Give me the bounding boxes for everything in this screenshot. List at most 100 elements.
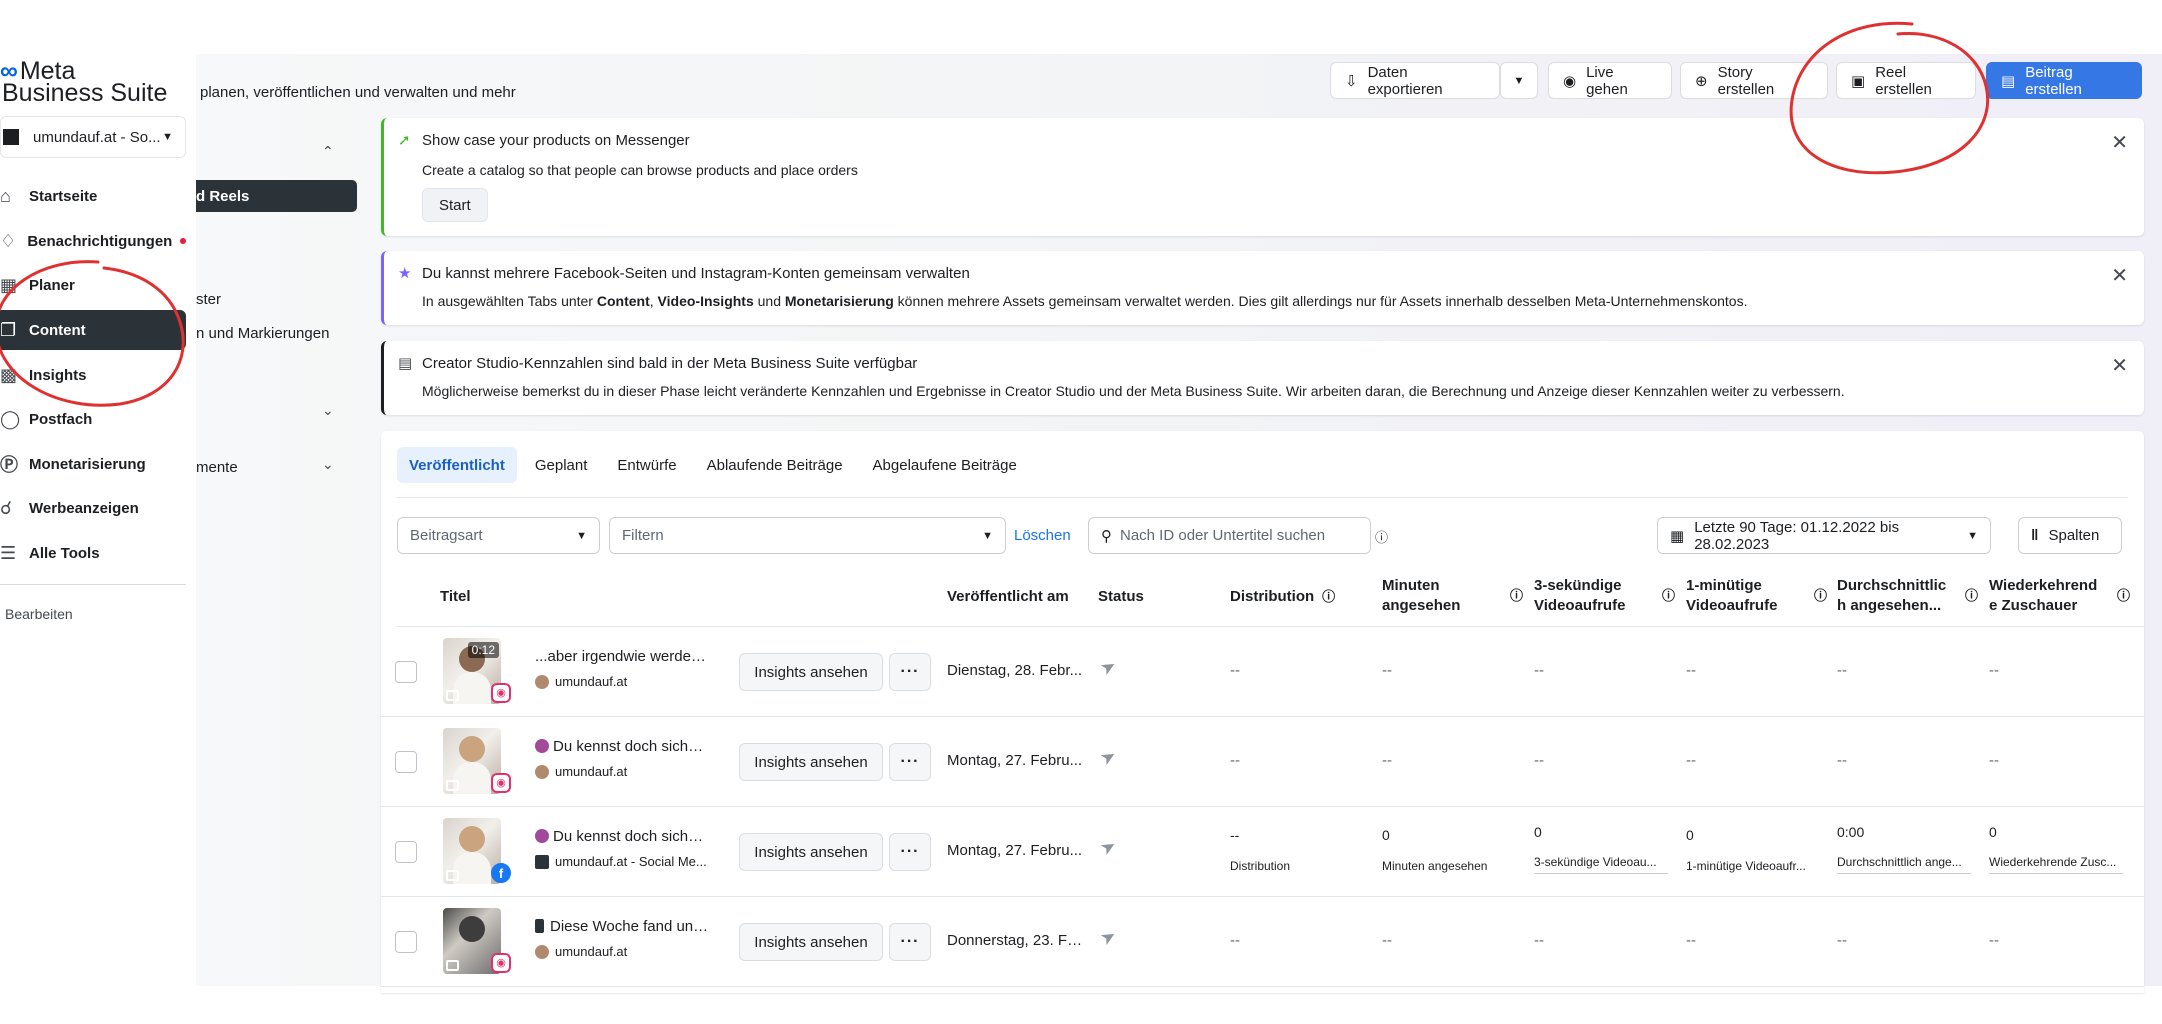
subnav-item-reels[interactable]: d Reels [196, 180, 357, 212]
avatar [535, 854, 549, 869]
view-insights-button[interactable]: Insights ansehen [739, 743, 883, 781]
header-returning-viewers[interactable]: Wiederkehrend e Zuschauer ⓘ [1989, 576, 2130, 616]
instagram-icon: ◉ [491, 953, 511, 973]
go-live-button[interactable]: ◉ Live gehen [1548, 62, 1672, 99]
left-navigation: ∞Meta Business Suite umundauf.at - So...… [0, 54, 196, 994]
bell-icon: ♢ [0, 230, 17, 251]
nav-item-content[interactable]: ❐ Content [0, 310, 186, 350]
reel-icon [446, 780, 459, 791]
calendar-icon: ▦ [0, 274, 18, 295]
clear-filters-link[interactable]: Löschen [1014, 527, 1071, 544]
post-title[interactable]: Du kennst doch sicher... [535, 738, 711, 755]
more-options-button[interactable]: ··· [889, 743, 931, 781]
minutes-value: -- [1382, 932, 1392, 949]
row-checkbox[interactable] [395, 841, 417, 863]
chevron-up-icon[interactable]: ⌃ [322, 143, 334, 160]
creator-studio-banner: ▤ Creator Studio-Kennzahlen sind bald in… [381, 341, 2144, 415]
tab-expiring[interactable]: Ablaufende Beiträge [695, 447, 855, 483]
info-icon: ⓘ [1662, 588, 1676, 603]
caret-down-icon: ▼ [576, 529, 587, 542]
columns-button[interactable]: ‖ Spalten [2018, 517, 2122, 554]
header-distribution[interactable]: Distribution ⓘ [1230, 587, 1335, 607]
returning-value: -- [1989, 662, 1999, 679]
avg-value: -- [1837, 932, 1847, 949]
chevron-down-icon[interactable]: ⌄ [322, 456, 334, 473]
filter-select[interactable]: Filtern ▼ [609, 517, 1006, 554]
export-data-button[interactable]: ⇩ Daten exportieren [1330, 62, 1500, 99]
close-icon[interactable]: ✕ [2111, 130, 2128, 155]
avatar [535, 944, 549, 959]
close-icon[interactable]: ✕ [2111, 353, 2128, 378]
nav-item-startseite[interactable]: ⌂ Startseite [0, 176, 186, 216]
post-account: umundauf.at [535, 764, 711, 779]
create-story-button[interactable]: ⊕ Story erstellen [1680, 62, 1828, 99]
account-switcher[interactable]: umundauf.at - So... ▼ [0, 116, 186, 158]
returning-value: -- [1989, 752, 1999, 769]
start-button[interactable]: Start [422, 188, 488, 222]
post-title[interactable]: Diese Woche fand uns... [535, 918, 711, 935]
thumbnail-person [459, 736, 485, 762]
tab-planned[interactable]: Geplant [523, 447, 600, 483]
subnav-item-documents[interactable]: mente [196, 459, 238, 476]
view-insights-button[interactable]: Insights ansehen [739, 923, 883, 961]
post-type-select[interactable]: Beitragsart ▼ [397, 517, 600, 554]
info-icon[interactable]: ⓘ [1375, 527, 1388, 546]
meta-logo[interactable]: ∞Meta Business Suite [0, 59, 167, 106]
nav-item-planer[interactable]: ▦ Planer [0, 265, 186, 305]
dollar-icon: Ⓟ [0, 455, 18, 475]
export-dropdown-button[interactable]: ▼ [1500, 62, 1538, 99]
more-options-button[interactable]: ··· [889, 923, 931, 961]
close-icon[interactable]: ✕ [2111, 263, 2128, 288]
avatar [535, 674, 549, 689]
views1m-label: 1-minütige Videoaufr... [1686, 859, 1806, 873]
more-options-button[interactable]: ··· [889, 833, 931, 871]
menu-icon: ☰ [0, 542, 17, 563]
more-options-button[interactable]: ··· [889, 653, 931, 691]
avg-value: 0:00 [1837, 824, 1865, 840]
returning-value: 0 [1989, 824, 1997, 840]
create-reel-button[interactable]: ▣ Reel erstellen [1836, 62, 1976, 99]
thumbnail-person [459, 826, 485, 852]
post-account: umundauf.at [535, 674, 711, 689]
header-title[interactable]: Titel [440, 587, 471, 607]
row-checkbox[interactable] [395, 661, 417, 683]
post-icon: ▤ [2001, 72, 2016, 90]
header-views-3s[interactable]: 3-sekündige Videoaufrufe ⓘ [1534, 576, 1675, 616]
subnav-item-mentions[interactable]: n und Markierungen [196, 325, 329, 342]
date-range-select[interactable]: ▦ Letzte 90 Tage: 01.12.2022 bis 28.02.2… [1657, 517, 1991, 554]
search-input[interactable] [1120, 527, 1350, 544]
post-title[interactable]: ...aber irgendwie werden ... [535, 648, 711, 665]
subnav-item-poster[interactable]: ster [196, 291, 221, 308]
view-insights-button[interactable]: Insights ansehen [739, 833, 883, 871]
content-icon: ❐ [0, 319, 17, 340]
nav-item-alle-tools[interactable]: ☰ Alle Tools [0, 533, 186, 573]
row-checkbox[interactable] [395, 931, 417, 953]
nav-item-monetarisierung[interactable]: Ⓟ Monetarisierung [0, 444, 186, 484]
info-icon: ⓘ [2117, 588, 2131, 603]
header-minutes[interactable]: Minuten angesehen ⓘ [1382, 576, 1523, 616]
nav-item-benachrichtigungen[interactable]: ♢ Benachrichtigungen [0, 221, 186, 261]
page-subtitle: planen, veröffentlichen und verwalten un… [200, 84, 516, 101]
tab-drafts[interactable]: Entwürfe [605, 447, 688, 483]
info-icon: ⓘ [1510, 588, 1524, 603]
tab-expired[interactable]: Abgelaufene Beiträge [861, 447, 1029, 483]
row-checkbox[interactable] [395, 751, 417, 773]
views1m-value: -- [1686, 932, 1696, 949]
header-published[interactable]: Veröffentlicht am [947, 587, 1069, 607]
nav-item-postfach[interactable]: ◯ Postfach [0, 399, 186, 439]
nav-item-werbeanzeigen[interactable]: ☌ Werbeanzeigen [0, 488, 186, 528]
minutes-label: Minuten angesehen [1382, 859, 1488, 873]
view-insights-button[interactable]: Insights ansehen [739, 653, 883, 691]
header-avg-watched[interactable]: Durchschnittlic h angesehen... ⓘ [1837, 576, 1978, 616]
caret-down-icon: ▼ [1513, 74, 1525, 87]
tab-published[interactable]: Veröffentlicht [397, 447, 517, 483]
nav-item-insights[interactable]: ▩ Insights [0, 355, 186, 395]
edit-nav-link[interactable]: Bearbeiten [5, 606, 73, 622]
header-views-1m[interactable]: 1-minütige Videoaufrufe ⓘ [1686, 576, 1827, 616]
create-post-button[interactable]: ▤ Beitrag erstellen [1986, 62, 2142, 99]
post-title[interactable]: Du kennst doch sicher... [535, 828, 711, 845]
chat-icon: ◯ [0, 408, 21, 429]
chevron-down-icon[interactable]: ⌄ [322, 402, 334, 419]
header-status[interactable]: Status [1098, 587, 1144, 607]
avg-value: -- [1837, 662, 1847, 679]
